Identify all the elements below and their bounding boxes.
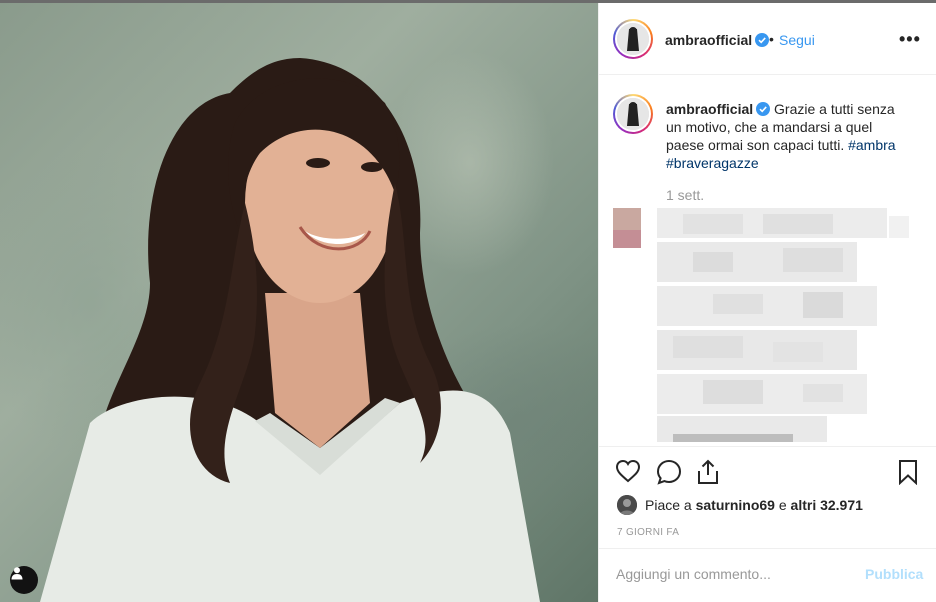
more-options-icon[interactable]: •••: [899, 29, 921, 50]
user-tag-button[interactable]: [10, 566, 38, 594]
header-separator: •: [769, 31, 774, 47]
author-username-row[interactable]: ambraofficial: [665, 32, 770, 50]
post-caption: ambraofficial Grazie a tutti senza un mo…: [666, 100, 906, 172]
author-avatar[interactable]: [613, 19, 653, 59]
liker-username[interactable]: saturnino69: [696, 497, 775, 513]
hashtag-link[interactable]: #braveragazze: [666, 155, 759, 171]
comment-icon[interactable]: [656, 459, 682, 485]
bookmark-icon[interactable]: [897, 459, 919, 485]
comment-input[interactable]: [616, 563, 846, 585]
caption-timestamp[interactable]: 1 sett.: [666, 187, 704, 203]
caption-username[interactable]: ambraofficial: [666, 101, 753, 117]
pixelated-comment-region: [613, 208, 923, 444]
author-username[interactable]: ambraofficial: [665, 32, 752, 48]
add-comment-bar: Pubblica: [599, 548, 936, 599]
publish-button[interactable]: Pubblica: [865, 566, 923, 582]
post-photo[interactable]: [0, 3, 598, 602]
follow-button[interactable]: Segui: [779, 32, 815, 48]
heart-icon[interactable]: [615, 459, 641, 483]
likes-count[interactable]: altri 32.971: [791, 497, 863, 513]
liker-avatar[interactable]: [617, 495, 637, 515]
likes-prefix: Piace a: [645, 497, 692, 513]
hashtag-link[interactable]: #ambra: [848, 137, 895, 153]
post-side-panel: ambraofficial • Segui ••• ambraofficial …: [598, 3, 936, 602]
verified-icon: [755, 33, 770, 47]
portrait-illustration: [40, 58, 540, 602]
likes-conjunction: e: [778, 497, 787, 513]
post-date[interactable]: 7 GIORNI FA: [617, 527, 679, 538]
caption-author-avatar[interactable]: [613, 94, 653, 134]
share-icon[interactable]: [696, 459, 720, 485]
likes-summary: Piace a saturnino69 e altri 32.971: [617, 495, 863, 515]
verified-icon: [756, 102, 771, 116]
post-actions: Piace a saturnino69 e altri 32.971 7 GIO…: [599, 446, 936, 598]
comments-list[interactable]: ambraofficial Grazie a tutti senza un mo…: [599, 76, 936, 446]
post-header: ambraofficial • Segui •••: [599, 3, 936, 75]
user-tag-icon: [11, 567, 23, 580]
